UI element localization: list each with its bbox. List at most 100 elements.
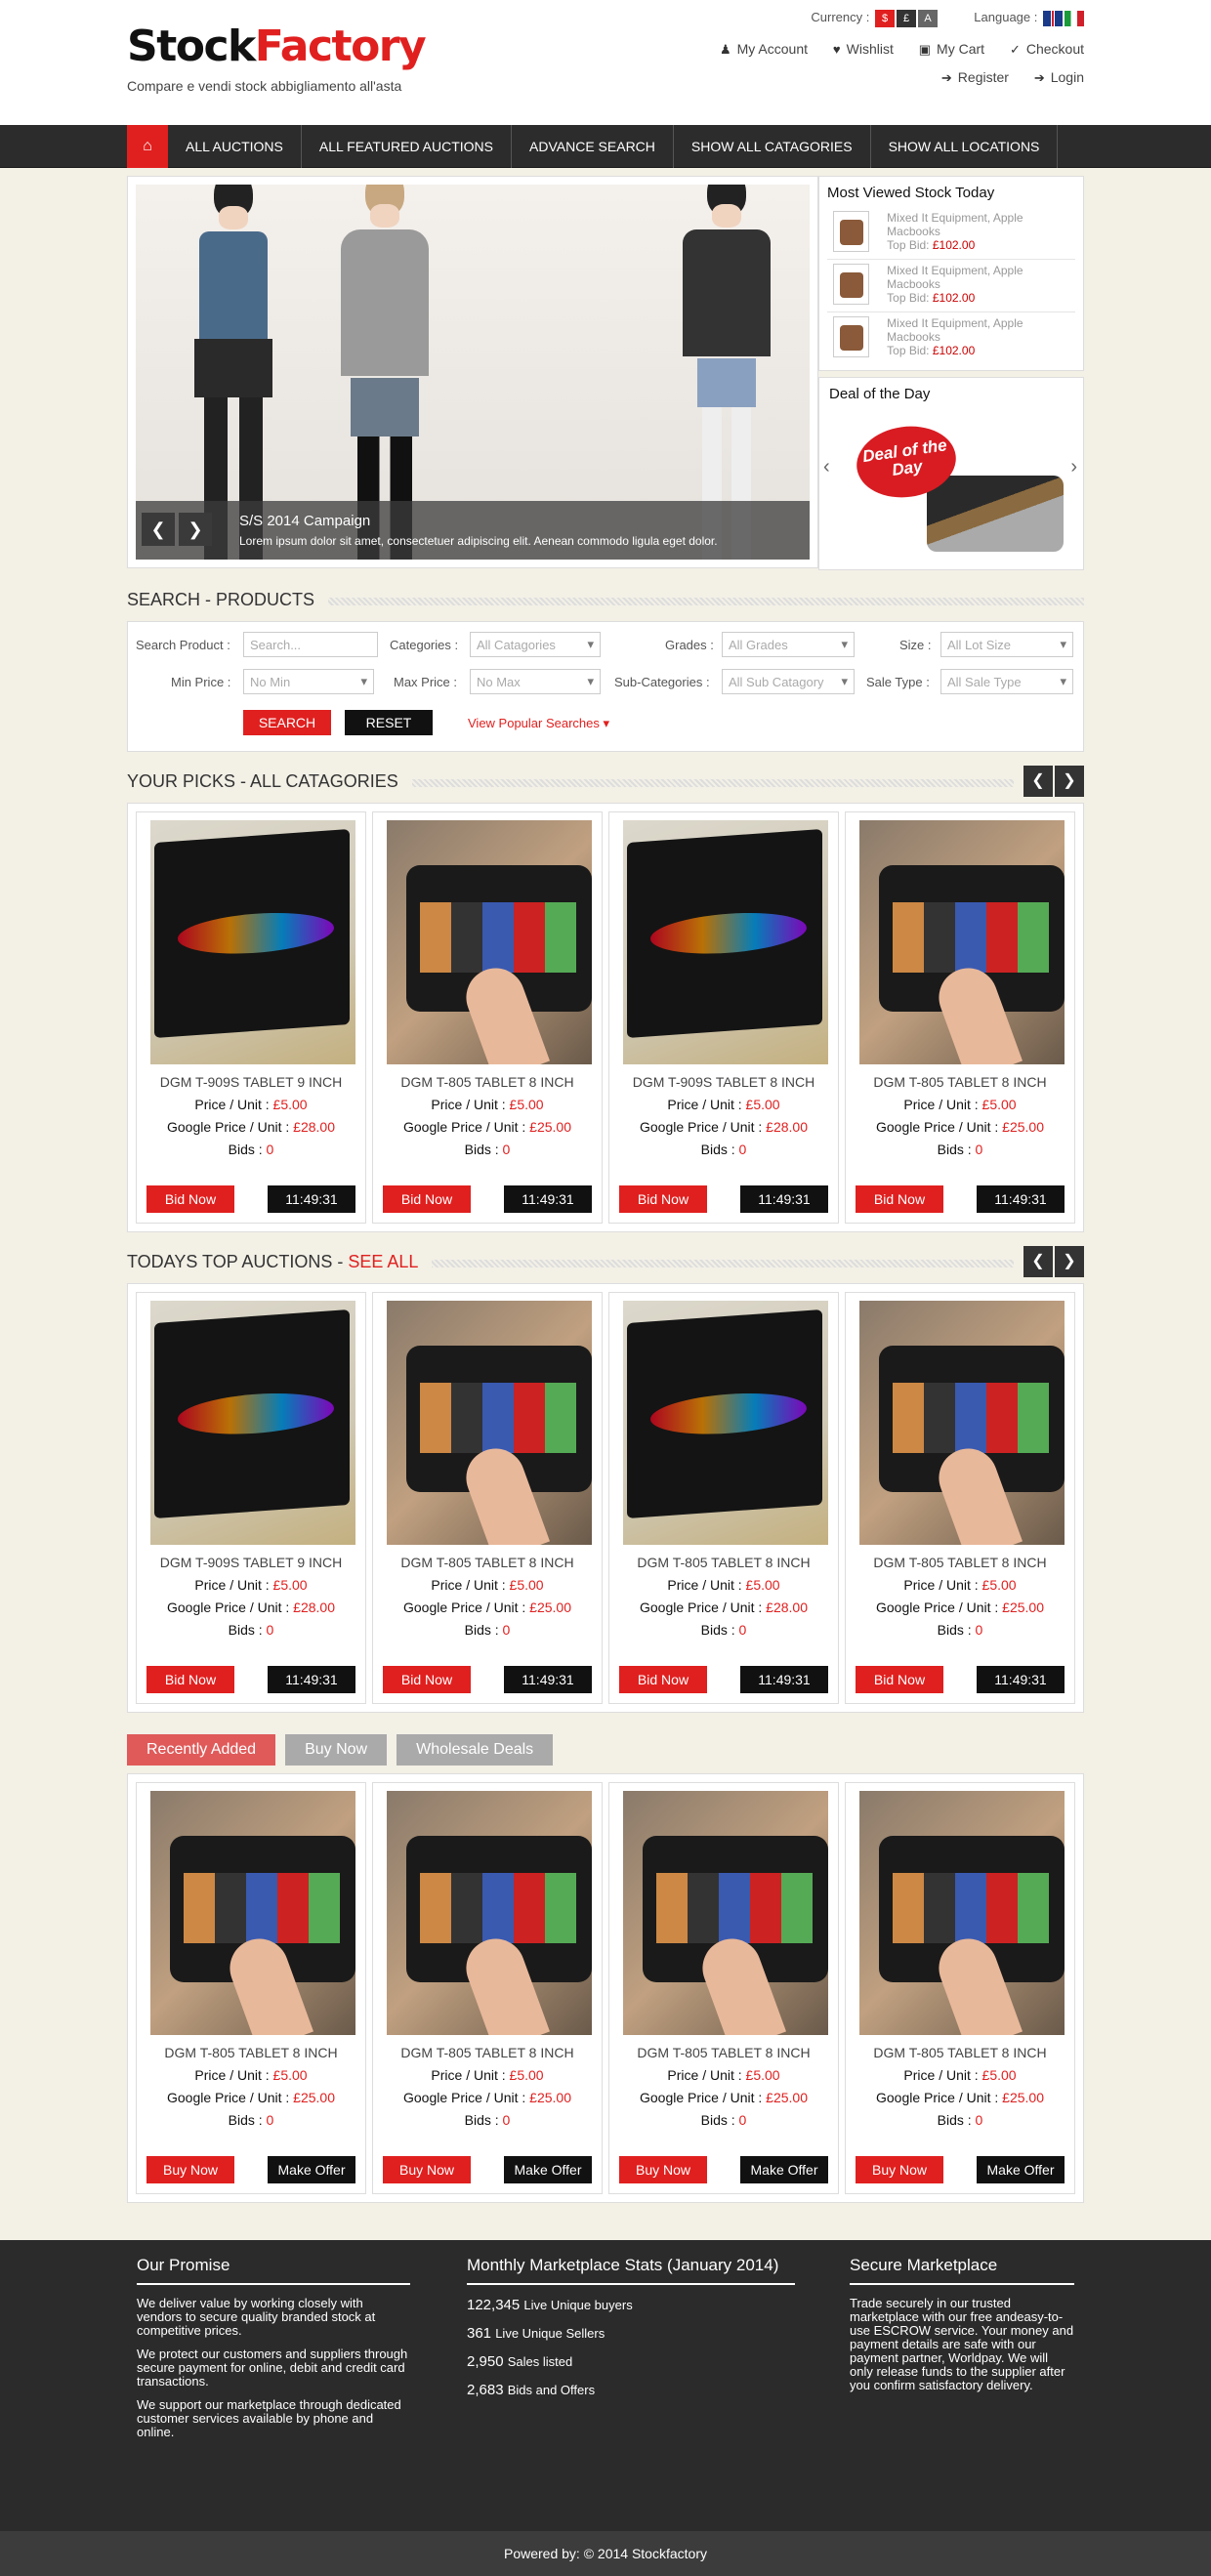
site-header: StockFactory Compare e vendi stock abbig… bbox=[0, 0, 1211, 125]
chevron-left-icon[interactable]: ‹ bbox=[823, 456, 830, 478]
picks-section-title: YOUR PICKS - ALL CATAGORIES bbox=[127, 771, 412, 792]
user-icon: ♟ bbox=[719, 42, 731, 57]
google-price-line: Google Price / Unit : £25.00 bbox=[403, 2090, 571, 2105]
currency-usd-button[interactable]: $ bbox=[875, 10, 895, 27]
categories-select[interactable]: All Catagories bbox=[470, 632, 601, 657]
most-viewed-item[interactable]: Mixed It Equipment, Apple Macbooks Top Bi… bbox=[827, 260, 1075, 312]
nav-show-all-categories[interactable]: SHOW ALL CATAGORIES bbox=[674, 125, 871, 168]
product-name[interactable]: DGM T-805 TABLET 8 INCH bbox=[623, 2045, 824, 2060]
top-auctions-grid: DGM T-909S TABLET 9 INCH Price / Unit : … bbox=[127, 1283, 1084, 1713]
most-viewed-item[interactable]: Mixed It Equipment, Apple Macbooks Top Bi… bbox=[827, 312, 1075, 365]
deal-product-image[interactable] bbox=[927, 476, 1064, 552]
product-card: DGM T-909S TABLET 9 INCH Price / Unit : … bbox=[136, 1292, 366, 1704]
bids-line: Bids : 0 bbox=[228, 2112, 274, 2128]
buy-now-button[interactable]: Buy Now bbox=[383, 2156, 471, 2183]
product-name[interactable]: DGM T-805 TABLET 8 INCH bbox=[623, 1555, 824, 1570]
sale-type-select[interactable]: All Sale Type bbox=[940, 669, 1073, 694]
search-input[interactable]: Search... bbox=[243, 632, 378, 657]
price-line: Price / Unit : £5.00 bbox=[667, 2067, 780, 2083]
make-offer-button[interactable]: Make Offer bbox=[268, 2156, 355, 2183]
countdown-timer: 11:49:31 bbox=[504, 1666, 592, 1693]
max-price-select[interactable]: No Max bbox=[470, 669, 601, 694]
size-select[interactable]: All Lot Size bbox=[940, 632, 1073, 657]
product-image[interactable] bbox=[859, 1791, 1065, 2035]
bid-now-button[interactable]: Bid Now bbox=[619, 1666, 707, 1693]
slider-prev-button[interactable]: ❮ bbox=[142, 513, 175, 546]
bid-now-button[interactable]: Bid Now bbox=[383, 1666, 471, 1693]
product-image[interactable] bbox=[623, 820, 828, 1064]
product-image[interactable] bbox=[623, 1791, 828, 2035]
product-name[interactable]: DGM T-805 TABLET 8 INCH bbox=[859, 1074, 1061, 1090]
chevron-left-icon[interactable]: ❮ bbox=[1023, 766, 1053, 797]
make-offer-button[interactable]: Make Offer bbox=[977, 2156, 1065, 2183]
my-account-link[interactable]: ♟ My Account bbox=[720, 41, 808, 57]
product-name[interactable]: DGM T-909S TABLET 9 INCH bbox=[150, 1555, 352, 1570]
tab-buy-now[interactable]: Buy Now bbox=[285, 1734, 388, 1766]
login-link[interactable]: ➔ Login bbox=[1034, 69, 1084, 85]
nav-show-all-locations[interactable]: SHOW ALL LOCATIONS bbox=[871, 125, 1059, 168]
chevron-right-icon[interactable]: › bbox=[1070, 456, 1077, 478]
product-name[interactable]: DGM T-805 TABLET 8 INCH bbox=[387, 1555, 588, 1570]
reset-button[interactable]: RESET bbox=[345, 710, 433, 735]
checkout-link[interactable]: ✓ Checkout bbox=[1010, 41, 1084, 57]
italy-flag-icon[interactable] bbox=[1065, 10, 1084, 26]
bid-value: £102.00 bbox=[932, 344, 976, 357]
buy-now-button[interactable]: Buy Now bbox=[146, 2156, 234, 2183]
product-name[interactable]: DGM T-805 TABLET 8 INCH bbox=[859, 2045, 1061, 2060]
register-link[interactable]: ➔ Register bbox=[941, 69, 1009, 85]
buy-now-button[interactable]: Buy Now bbox=[856, 2156, 943, 2183]
product-image[interactable] bbox=[859, 820, 1065, 1064]
product-image[interactable] bbox=[623, 1301, 828, 1545]
make-offer-button[interactable]: Make Offer bbox=[740, 2156, 828, 2183]
product-image[interactable] bbox=[859, 1301, 1065, 1545]
search-button[interactable]: SEARCH bbox=[243, 710, 331, 735]
google-price-line: Google Price / Unit : £25.00 bbox=[640, 2090, 808, 2105]
product-image[interactable] bbox=[387, 1791, 592, 2035]
my-cart-link[interactable]: ▣ My Cart bbox=[919, 41, 984, 57]
site-logo[interactable]: StockFactory bbox=[127, 21, 427, 71]
nav-all-featured-auctions[interactable]: ALL FEATURED AUCTIONS bbox=[302, 125, 513, 168]
bid-now-button[interactable]: Bid Now bbox=[383, 1185, 471, 1213]
view-popular-searches-link[interactable]: View Popular Searches ▾ bbox=[468, 716, 609, 731]
product-image[interactable] bbox=[387, 1301, 592, 1545]
make-offer-button[interactable]: Make Offer bbox=[504, 2156, 592, 2183]
chevron-left-icon[interactable]: ❮ bbox=[1023, 1246, 1053, 1277]
currency-a-button[interactable]: A bbox=[918, 10, 938, 27]
bid-now-button[interactable]: Bid Now bbox=[146, 1185, 234, 1213]
product-name[interactable]: DGM T-909S TABLET 9 INCH bbox=[150, 1074, 352, 1090]
buy-now-button[interactable]: Buy Now bbox=[619, 2156, 707, 2183]
wishlist-link[interactable]: ♥ Wishlist bbox=[833, 41, 894, 57]
bid-now-button[interactable]: Bid Now bbox=[856, 1185, 943, 1213]
slider-next-button[interactable]: ❯ bbox=[179, 513, 212, 546]
hero-slider: ❮ ❯ S/S 2014 Campaign Lorem ipsum dolor … bbox=[127, 176, 818, 568]
bid-now-button[interactable]: Bid Now bbox=[619, 1185, 707, 1213]
nav-advance-search[interactable]: ADVANCE SEARCH bbox=[512, 125, 674, 168]
product-name[interactable]: DGM T-805 TABLET 8 INCH bbox=[859, 1555, 1061, 1570]
product-image[interactable] bbox=[150, 820, 355, 1064]
grades-select[interactable]: All Grades bbox=[722, 632, 855, 657]
min-price-select[interactable]: No Min bbox=[243, 669, 374, 694]
price-line: Price / Unit : £5.00 bbox=[667, 1097, 780, 1112]
tab-recently-added[interactable]: Recently Added bbox=[127, 1734, 276, 1766]
chevron-right-icon[interactable]: ❯ bbox=[1055, 1246, 1084, 1277]
bid-now-button[interactable]: Bid Now bbox=[856, 1666, 943, 1693]
product-name[interactable]: DGM T-805 TABLET 8 INCH bbox=[150, 2045, 352, 2060]
currency-gbp-button[interactable]: £ bbox=[897, 10, 916, 27]
home-icon[interactable]: ⌂ bbox=[127, 125, 168, 168]
search-product-label: Search Product : bbox=[136, 638, 230, 652]
most-viewed-item[interactable]: Mixed It Equipment, Apple Macbooks Top Bi… bbox=[827, 207, 1075, 260]
sub-categories-select[interactable]: All Sub Catagory bbox=[722, 669, 855, 694]
uk-flag-icon[interactable] bbox=[1043, 10, 1063, 26]
product-image[interactable] bbox=[387, 820, 592, 1064]
product-image[interactable] bbox=[150, 1301, 355, 1545]
product-name[interactable]: DGM T-805 TABLET 8 INCH bbox=[387, 2045, 588, 2060]
tab-wholesale-deals[interactable]: Wholesale Deals bbox=[397, 1734, 554, 1766]
nav-all-auctions[interactable]: ALL AUCTIONS bbox=[168, 125, 302, 168]
recent-grid: DGM T-805 TABLET 8 INCH Price / Unit : £… bbox=[127, 1773, 1084, 2203]
product-name[interactable]: DGM T-805 TABLET 8 INCH bbox=[387, 1074, 588, 1090]
product-name[interactable]: DGM T-909S TABLET 8 INCH bbox=[623, 1074, 824, 1090]
product-image[interactable] bbox=[150, 1791, 355, 2035]
bid-now-button[interactable]: Bid Now bbox=[146, 1666, 234, 1693]
chevron-right-icon[interactable]: ❯ bbox=[1055, 766, 1084, 797]
see-all-link[interactable]: SEE ALL bbox=[348, 1252, 418, 1271]
